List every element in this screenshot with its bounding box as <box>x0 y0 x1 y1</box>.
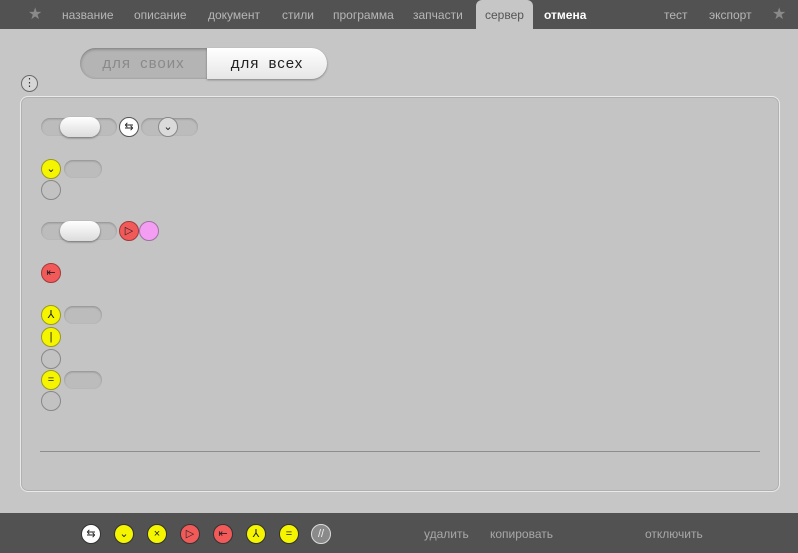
audience-all-option[interactable]: для всех <box>207 48 327 79</box>
top-navigation-bar: ★ название описание документ стили прогр… <box>0 0 798 29</box>
value-track <box>64 160 102 178</box>
tab-name[interactable]: название <box>62 0 114 29</box>
tab-program[interactable]: программа <box>333 0 394 29</box>
toggle-knob[interactable] <box>60 221 100 241</box>
bottom-toolbar: ⇆ ⌄ × ▷ ⇤ ⅄ = // удалить копировать откл… <box>0 513 798 553</box>
tab-document[interactable]: документ <box>208 0 260 29</box>
disable-button[interactable]: отключить <box>645 524 703 544</box>
delete-button[interactable]: удалить <box>424 524 469 544</box>
audience-toggle: для своих для всех <box>80 48 327 79</box>
toggle-knob[interactable] <box>60 117 100 137</box>
exit-arrow-icon[interactable]: ⇤ <box>41 263 61 283</box>
play-icon[interactable]: ▷ <box>180 524 200 544</box>
audience-own-option[interactable]: для своих <box>80 48 207 79</box>
value-track <box>64 371 102 389</box>
tab-export[interactable]: экспорт <box>709 0 752 29</box>
exit-arrow-icon[interactable]: ⇤ <box>213 524 233 544</box>
star-icon[interactable]: ★ <box>772 5 786 25</box>
tab-server[interactable]: сервер <box>476 0 533 29</box>
vertical-line-icon[interactable]: | <box>41 327 61 347</box>
tab-styles[interactable]: стили <box>282 0 314 29</box>
tab-description[interactable]: описание <box>134 0 187 29</box>
chevron-down-icon[interactable]: ⌄ <box>41 159 61 179</box>
chevron-down-icon[interactable]: ⌄ <box>114 524 134 544</box>
color-swatch[interactable] <box>139 221 159 241</box>
copy-button[interactable]: копировать <box>490 524 553 544</box>
chevron-down-icon[interactable]: ⌄ <box>158 117 178 137</box>
fork-icon[interactable]: ⅄ <box>41 305 61 325</box>
cross-icon[interactable]: × <box>147 524 167 544</box>
tab-test[interactable]: тест <box>664 0 688 29</box>
star-icon[interactable]: ★ <box>28 5 42 25</box>
fork-icon[interactable]: ⅄ <box>246 524 266 544</box>
equals-icon[interactable]: = <box>41 370 61 390</box>
empty-slot[interactable] <box>41 391 61 411</box>
tab-parts[interactable]: запчасти <box>413 0 463 29</box>
divider <box>40 451 760 452</box>
swap-arrows-icon[interactable]: ⇆ <box>81 524 101 544</box>
equals-icon[interactable]: = <box>279 524 299 544</box>
settings-panel <box>20 96 780 492</box>
play-icon[interactable]: ▷ <box>119 221 139 241</box>
empty-slot[interactable] <box>41 180 61 200</box>
value-track <box>64 306 102 324</box>
chain-icon[interactable]: ⋮ <box>21 75 38 92</box>
tab-cancel[interactable]: отмена <box>544 0 586 29</box>
empty-slot[interactable] <box>41 349 61 369</box>
swap-arrows-icon[interactable]: ⇆ <box>119 117 139 137</box>
double-slash-icon[interactable]: // <box>311 524 331 544</box>
